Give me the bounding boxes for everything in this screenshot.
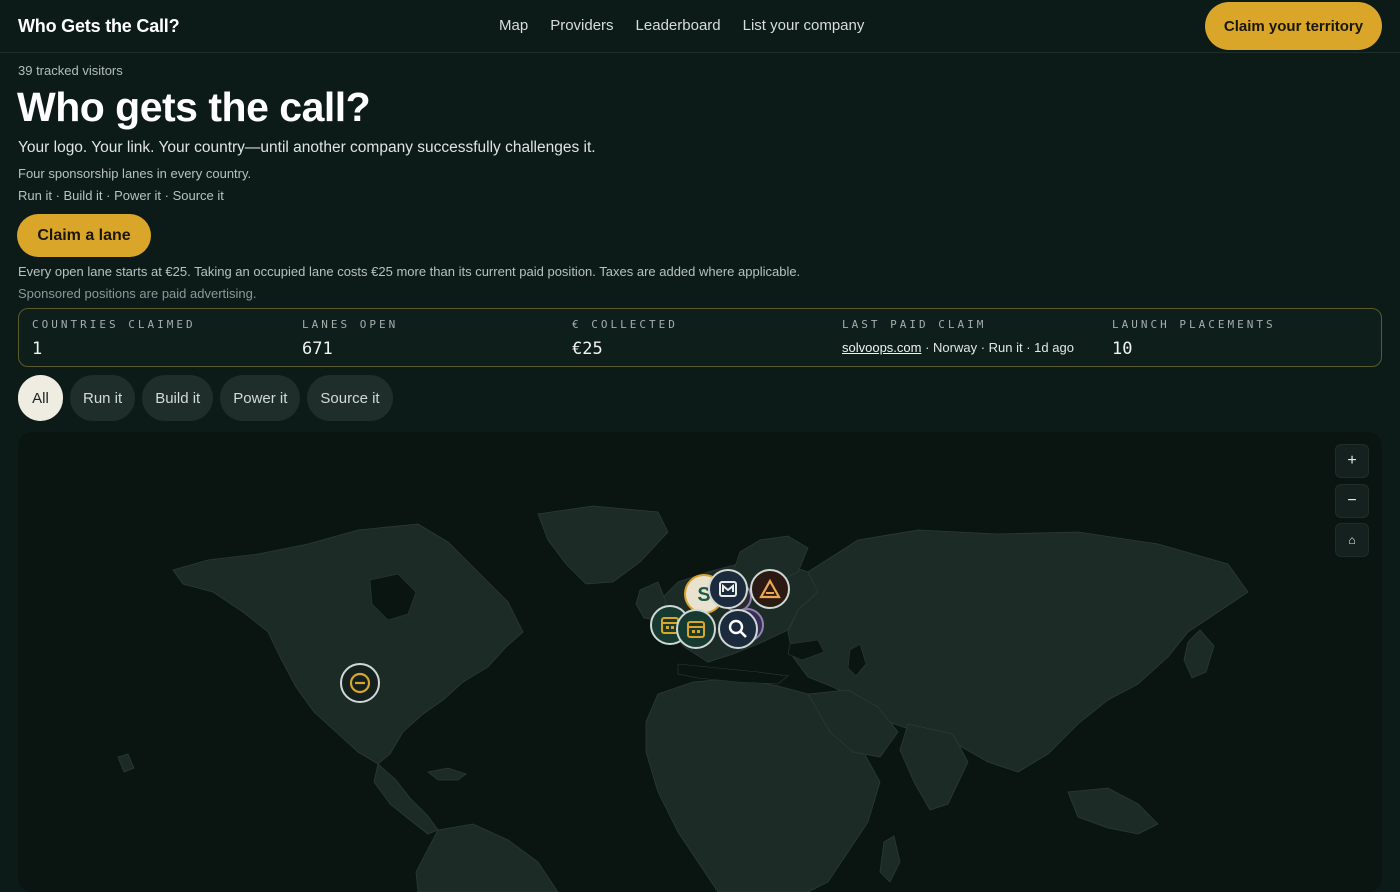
advertising-disclaimer: Sponsored positions are paid advertising… [18, 286, 257, 301]
map-pin-france[interactable] [676, 609, 716, 649]
visitor-count: 39 tracked visitors [18, 63, 123, 78]
zoom-out-button[interactable]: − [1335, 484, 1369, 518]
stat-launch-placements: Launch placements 10 [1112, 318, 1276, 359]
lane-filter-bar: All Run it Build it Power it Source it [18, 375, 393, 421]
stat-last-paid-claim: Last paid claim solvoops.com · Norway · … [842, 318, 1074, 355]
page-title: Who gets the call? [17, 84, 371, 130]
book-icon [719, 581, 737, 597]
filter-all[interactable]: All [18, 375, 63, 421]
world-map-land [117, 505, 1249, 892]
zoom-in-button[interactable]: + [1335, 444, 1369, 478]
south-america-landmass [415, 823, 559, 892]
stat-value: 10 [1112, 339, 1133, 359]
triangle-warning-icon [759, 578, 781, 599]
southeast-asia-landmass [1067, 787, 1159, 835]
caribbean-islands [427, 767, 467, 781]
search-icon [728, 619, 747, 638]
claim-lane-button[interactable]: Claim a lane [17, 214, 151, 257]
nav-list-company[interactable]: List your company [743, 17, 865, 34]
lanes-list: Run it · Build it · Power it · Source it [18, 188, 224, 203]
last-claim-link[interactable]: solvoops.com [842, 340, 921, 355]
filter-power-it[interactable]: Power it [220, 375, 301, 421]
stat-label: Last paid claim [842, 318, 987, 331]
stat-label: Countries claimed [32, 318, 196, 331]
nav-providers[interactable]: Providers [550, 17, 613, 34]
stat-value: €25 [572, 339, 603, 359]
world-map[interactable]: + − ⌂ S [18, 432, 1382, 892]
top-bar: Who Gets the Call? Map Providers Leaderb… [0, 0, 1400, 53]
main-nav: Map Providers Leaderboard List your comp… [499, 17, 864, 34]
map-pin-germany[interactable] [718, 609, 758, 649]
stat-label: € collected [572, 318, 678, 331]
map-pin-norway[interactable] [708, 569, 748, 609]
filter-build-it[interactable]: Build it [142, 375, 214, 421]
north-america-landmass [172, 523, 524, 765]
nav-map[interactable]: Map [499, 17, 528, 34]
lanes-note: Four sponsorship lanes in every country. [18, 166, 252, 181]
madagascar-landmass [879, 835, 901, 883]
filter-source-it[interactable]: Source it [307, 375, 393, 421]
last-claim-detail: solvoops.com · Norway · Run it · 1d ago [842, 340, 1074, 355]
pricing-note: Every open lane starts at €25. Taking an… [18, 264, 801, 279]
central-america-landmass [373, 763, 439, 835]
brand-logo[interactable]: Who Gets the Call? [18, 16, 180, 37]
stat-value: 1 [32, 339, 43, 359]
stat-collected: € collected €25 [572, 318, 678, 359]
greenland-landmass [537, 505, 669, 585]
last-claim-meta: · Norway · Run it · 1d ago [921, 340, 1074, 355]
map-pin-usa[interactable] [340, 663, 380, 703]
reset-view-button[interactable]: ⌂ [1335, 523, 1369, 557]
filter-run-it[interactable]: Run it [70, 375, 136, 421]
stat-label: Launch placements [1112, 318, 1276, 331]
alaska-island [117, 753, 135, 773]
stat-lanes-open: Lanes open 671 [302, 318, 398, 359]
claim-territory-button[interactable]: Claim your territory [1205, 2, 1382, 50]
stat-value: 671 [302, 339, 333, 359]
map-pin-finland[interactable] [750, 569, 790, 609]
stats-panel: Countries claimed 1 Lanes open 671 € col… [18, 308, 1382, 367]
hero-subtitle: Your logo. Your link. Your country—until… [18, 139, 596, 156]
nav-leaderboard[interactable]: Leaderboard [636, 17, 721, 34]
calendar-icon [687, 621, 705, 638]
stat-label: Lanes open [302, 318, 399, 331]
minus-circle-icon [349, 672, 371, 694]
japan-landmass [1183, 629, 1215, 679]
mediterranean-sea [677, 663, 789, 685]
stat-countries-claimed: Countries claimed 1 [32, 318, 196, 359]
